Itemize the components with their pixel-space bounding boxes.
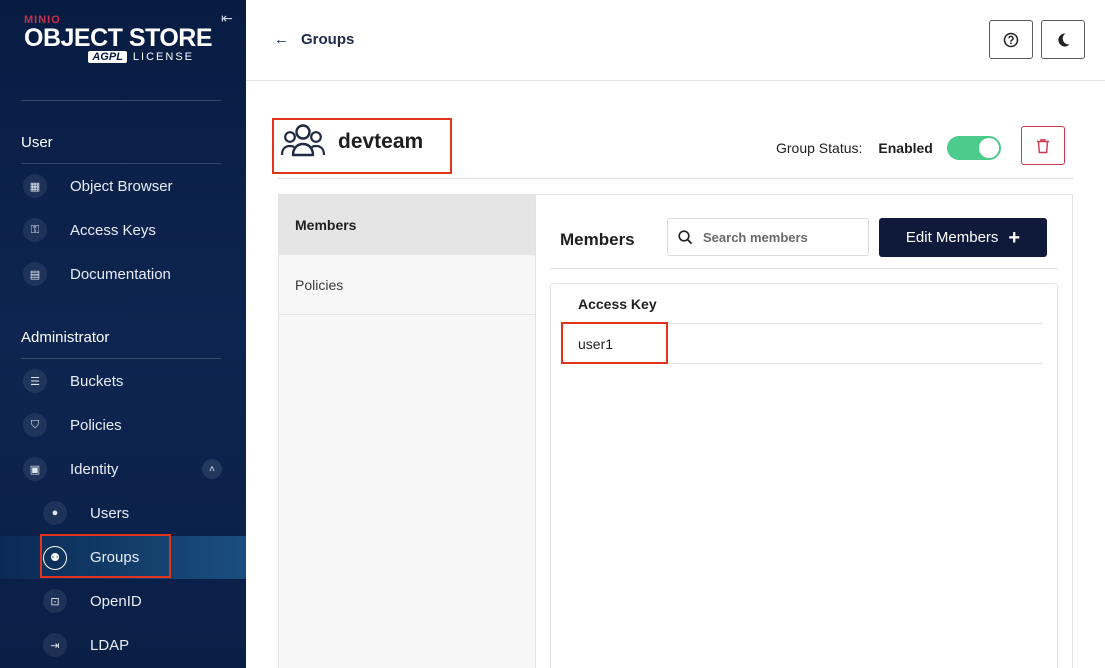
sidebar-item-object-browser[interactable]: ▦ Object Browser — [0, 166, 246, 206]
search-box[interactable] — [667, 218, 869, 256]
group-status-toggle[interactable] — [946, 136, 1001, 160]
user-icon: ● — [43, 501, 67, 525]
sidebar-item-identity[interactable]: ▣ Identity ˄ — [0, 449, 246, 489]
sidebar-item-label: Access Keys — [70, 221, 156, 239]
group-icon — [280, 124, 326, 157]
identity-icon: ▣ — [23, 457, 47, 481]
sidebar-item-label: Policies — [70, 416, 122, 434]
logo-product: OBJECT STORE — [24, 24, 213, 52]
license-label: LICENSE — [132, 51, 194, 63]
tab-list: Members Policies — [279, 195, 536, 668]
sidebar: MINIO OBJECT STORE AGPL LICENSE ⇤ User ▦… — [0, 0, 246, 668]
search-members-input[interactable] — [703, 229, 863, 245]
sidebar-item-label: LDAP — [90, 636, 130, 654]
edit-members-label: Edit Members — [905, 229, 999, 246]
group-status: Group Status: Enabled — [776, 136, 1001, 160]
group-detail-panel: Members Policies Members Edit Members + … — [278, 194, 1073, 668]
plus-icon: + — [1008, 226, 1021, 249]
chevron-up-icon[interactable]: ˄ — [202, 459, 222, 479]
sidebar-item-access-keys[interactable]: ⚿ Access Keys — [0, 210, 246, 250]
buckets-icon: ☰ — [23, 369, 47, 393]
divider — [277, 178, 1073, 179]
sidebar-item-label: OpenID — [90, 592, 142, 610]
group-status-label: Group Status: — [776, 140, 863, 156]
divider — [550, 268, 1058, 269]
delete-group-button[interactable] — [1021, 126, 1065, 165]
divider — [563, 323, 1043, 324]
sidebar-item-openid[interactable]: ⊡ OpenID — [0, 581, 246, 621]
groups-icon: ⚉ — [43, 545, 67, 570]
section-administrator: Administrator — [21, 329, 110, 346]
sidebar-item-label: Object Browser — [70, 177, 173, 195]
sidebar-item-label: Users — [90, 504, 130, 522]
edit-members-button[interactable]: Edit Members + — [879, 218, 1047, 257]
sidebar-item-label: Identity — [70, 460, 119, 478]
trash-icon — [1037, 138, 1049, 153]
group-title: devteam — [280, 123, 423, 161]
tab-policies[interactable]: Policies — [279, 255, 535, 315]
arrow-left-icon: ← — [274, 31, 289, 48]
divider — [21, 100, 221, 101]
sidebar-item-documentation[interactable]: ▤ Documentation — [0, 254, 246, 294]
top-bar: ← Groups — [246, 0, 1105, 81]
members-title: Members — [560, 230, 635, 249]
divider — [21, 163, 221, 164]
sidebar-item-buckets[interactable]: ☰ Buckets — [0, 361, 246, 401]
access-keys-icon: ⚿ — [23, 218, 47, 242]
toggle-knob — [978, 138, 999, 158]
members-table: Access Key user1 — [550, 283, 1058, 668]
sidebar-item-ldap[interactable]: ⇥ LDAP — [0, 625, 246, 665]
back-to-groups-link[interactable]: ← Groups — [274, 31, 354, 48]
tab-members[interactable]: Members — [279, 195, 535, 255]
search-icon — [678, 229, 693, 244]
group-status-value: Enabled — [878, 140, 933, 156]
sidebar-item-label: Groups — [90, 549, 140, 566]
table-row[interactable]: user1 — [578, 336, 613, 352]
policies-icon: ⛉ — [23, 413, 47, 437]
sidebar-item-label: Buckets — [70, 372, 124, 390]
ldap-icon: ⇥ — [43, 633, 67, 657]
sidebar-item-label: Documentation — [70, 265, 171, 283]
divider — [563, 363, 1043, 364]
moon-icon — [1058, 32, 1070, 46]
group-name: devteam — [338, 130, 424, 153]
collapse-sidebar-icon[interactable]: ⇤ — [221, 10, 233, 27]
members-content: Members Edit Members + Access Key user1 — [536, 195, 1072, 668]
sidebar-item-users[interactable]: ● Users — [0, 493, 246, 533]
theme-toggle-button[interactable] — [1041, 20, 1085, 59]
column-header-access-key[interactable]: Access Key — [578, 296, 657, 312]
documentation-icon: ▤ — [23, 262, 47, 286]
sidebar-item-groups[interactable]: ⚉ Groups — [0, 536, 246, 579]
openid-icon: ⊡ — [43, 589, 67, 613]
object-browser-icon: ▦ — [23, 174, 47, 198]
section-user: User — [21, 134, 53, 151]
help-icon — [1003, 32, 1019, 47]
help-button[interactable] — [989, 20, 1033, 59]
sidebar-item-policies[interactable]: ⛉ Policies — [0, 405, 246, 445]
agpl-badge: AGPL — [88, 51, 127, 63]
back-label: Groups — [301, 31, 355, 48]
logo: MINIO OBJECT STORE AGPL LICENSE — [24, 14, 224, 63]
divider — [21, 358, 221, 359]
